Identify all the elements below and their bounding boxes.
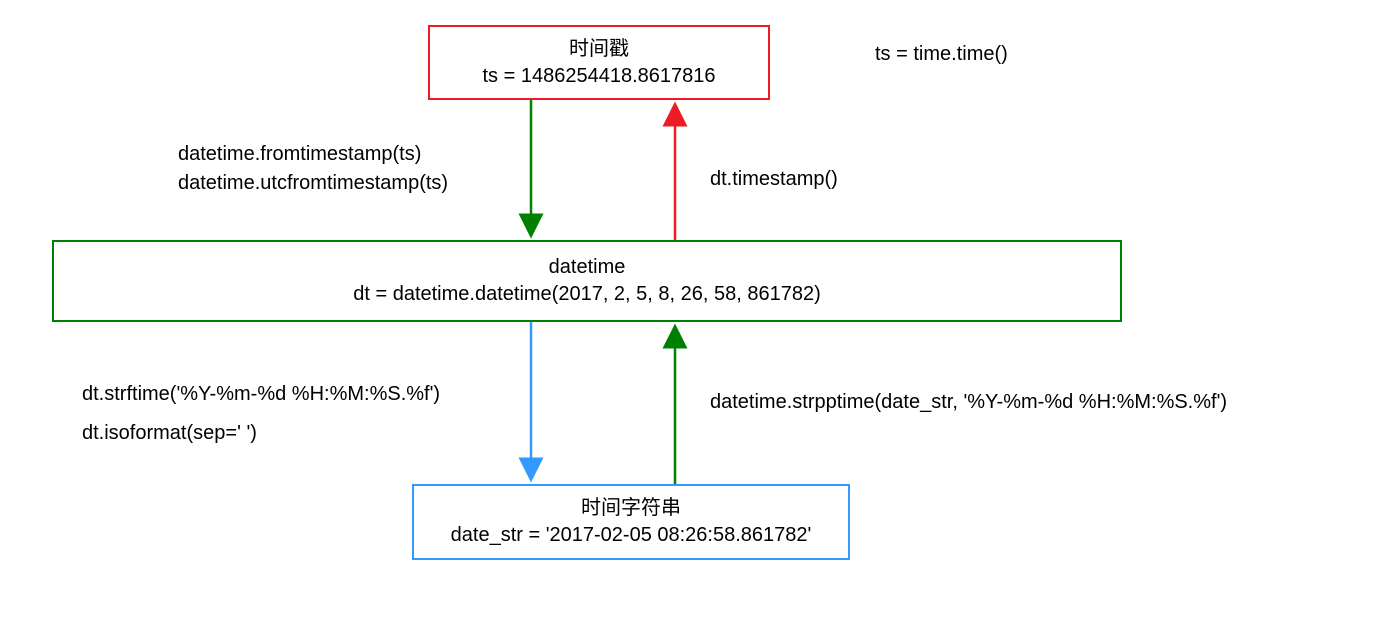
node-date-string-title: 时间字符串	[581, 495, 681, 522]
arrow-ts-to-dt	[519, 100, 543, 240]
arrow-str-to-dt	[663, 322, 687, 484]
edge-label-dt-to-str-line2: dt.isoformat(sep=' ')	[82, 419, 440, 448]
node-date-string: 时间字符串 date_str = '2017-02-05 08:26:58.86…	[412, 484, 850, 560]
edge-label-str-to-dt: datetime.strpptime(date_str, '%Y-%m-%d %…	[710, 388, 1227, 417]
timestamp-side-note: ts = time.time()	[875, 40, 1008, 69]
edge-label-dt-to-str: dt.strftime('%Y-%m-%d %H:%M:%S.%f') dt.i…	[82, 380, 440, 448]
node-timestamp-title: 时间戳	[569, 36, 629, 63]
node-date-string-value: date_str = '2017-02-05 08:26:58.861782'	[451, 522, 812, 549]
arrow-dt-to-str	[519, 322, 543, 484]
edge-label-ts-to-dt-line1: datetime.fromtimestamp(ts)	[178, 140, 448, 169]
edge-label-dt-to-ts: dt.timestamp()	[710, 165, 838, 194]
node-timestamp-value: ts = 1486254418.8617816	[483, 63, 716, 90]
edge-label-ts-to-dt: datetime.fromtimestamp(ts) datetime.utcf…	[178, 140, 448, 198]
node-datetime-title: datetime	[549, 254, 626, 281]
edge-label-dt-to-str-line1: dt.strftime('%Y-%m-%d %H:%M:%S.%f')	[82, 380, 440, 409]
node-datetime-value: dt = datetime.datetime(2017, 2, 5, 8, 26…	[353, 281, 821, 308]
node-timestamp: 时间戳 ts = 1486254418.8617816	[428, 25, 770, 100]
node-datetime: datetime dt = datetime.datetime(2017, 2,…	[52, 240, 1122, 322]
edge-label-ts-to-dt-line2: datetime.utcfromtimestamp(ts)	[178, 169, 448, 198]
arrow-dt-to-ts	[663, 100, 687, 240]
